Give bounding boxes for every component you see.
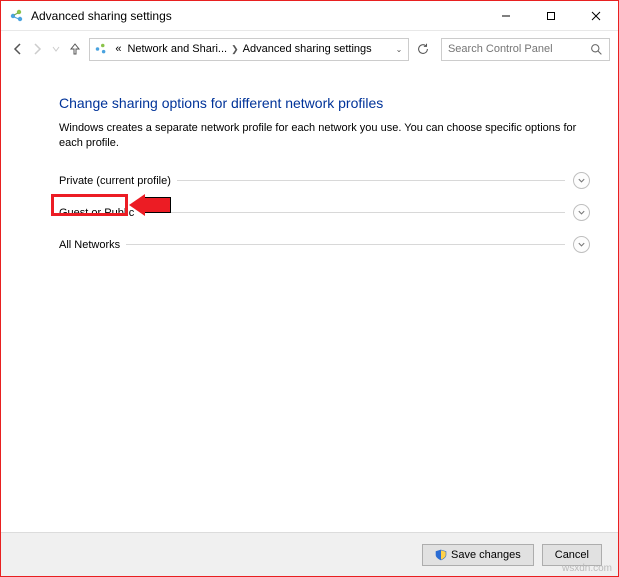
divider [126,244,565,245]
section-all-networks[interactable]: All Networks [59,232,590,258]
forward-button[interactable] [28,37,45,61]
section-label: All Networks [59,239,120,251]
chevron-down-icon[interactable] [573,172,590,189]
chevron-down-icon[interactable] [573,204,590,221]
chevron-down-icon[interactable] [573,236,590,253]
nav-bar: « Network and Shari... ❯ Advanced sharin… [1,31,618,67]
up-button[interactable] [66,37,83,61]
window-buttons [483,1,618,30]
recent-dropdown[interactable] [47,37,64,61]
section-guest-public[interactable]: Guest or Public [59,200,590,226]
maximize-button[interactable] [528,1,573,30]
section-label: Private (current profile) [59,175,171,187]
search-input[interactable] [448,43,590,55]
minimize-button[interactable] [483,1,528,30]
watermark: wsxdn.com [562,563,612,574]
shield-icon [435,549,447,561]
divider [140,212,565,213]
address-bar[interactable]: « Network and Shari... ❯ Advanced sharin… [89,38,409,61]
section-label: Guest or Public [59,207,134,219]
breadcrumb-item-advanced[interactable]: Advanced sharing settings [240,43,375,55]
search-icon[interactable] [590,43,603,56]
page-description: Windows creates a separate network profi… [59,121,579,152]
breadcrumb-item-network[interactable]: Network and Shari... [124,43,230,55]
search-box[interactable] [441,38,610,61]
button-label: Save changes [451,549,521,561]
button-label: Cancel [555,549,589,561]
footer-bar: Save changes Cancel [1,532,618,576]
window-title: Advanced sharing settings [31,9,483,23]
back-button[interactable] [9,37,26,61]
save-changes-button[interactable]: Save changes [422,544,534,566]
section-private[interactable]: Private (current profile) [59,168,590,194]
chevron-right-icon: ❯ [230,44,240,55]
content-area: Change sharing options for different net… [1,67,618,258]
address-icon [92,40,110,58]
close-button[interactable] [573,1,618,30]
title-bar: Advanced sharing settings [1,1,618,31]
breadcrumb-prefix[interactable]: « [112,43,124,55]
address-dropdown[interactable]: ⌄ [392,45,407,54]
app-icon [9,8,25,24]
page-heading: Change sharing options for different net… [59,95,590,111]
refresh-button[interactable] [415,38,431,60]
divider [177,180,565,181]
